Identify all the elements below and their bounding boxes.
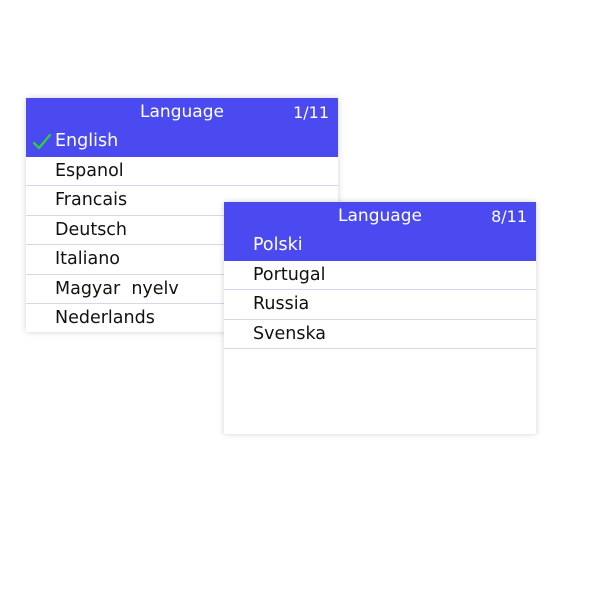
language-label: English	[55, 131, 119, 151]
language-label: Magyar nyelv	[55, 278, 179, 299]
language-item-espanol[interactable]: Espanol	[26, 157, 338, 186]
language-item-portugal[interactable]: Portugal	[224, 261, 536, 290]
language-screen-page-8: Language 8/11 Polski Portugal Russia Sve…	[224, 202, 536, 434]
language-item-polski[interactable]: Polski	[224, 231, 536, 261]
page-indicator: 1/11	[293, 103, 329, 122]
language-header: Language 1/11	[26, 98, 338, 127]
language-item-svenska[interactable]: Svenska	[224, 320, 536, 349]
checkmark-icon	[33, 134, 51, 150]
language-label: Espanol	[55, 160, 124, 181]
language-label: Svenska	[253, 323, 326, 344]
header-title: Language	[338, 206, 422, 226]
language-item-english[interactable]: English	[26, 127, 338, 157]
language-label: Polski	[253, 235, 303, 255]
language-label: Nederlands	[55, 308, 155, 328]
language-item-russia[interactable]: Russia	[224, 290, 536, 320]
language-list: Polski Portugal Russia Svenska	[224, 231, 536, 349]
header-title: Language	[140, 102, 224, 122]
language-label: Portugal	[253, 264, 326, 285]
language-label: Francais	[55, 190, 128, 210]
language-label: Deutsch	[55, 219, 128, 240]
page-indicator: 8/11	[491, 207, 527, 226]
language-label: Russia	[253, 294, 310, 314]
language-label: Italiano	[55, 249, 120, 269]
language-header: Language 8/11	[224, 202, 536, 231]
